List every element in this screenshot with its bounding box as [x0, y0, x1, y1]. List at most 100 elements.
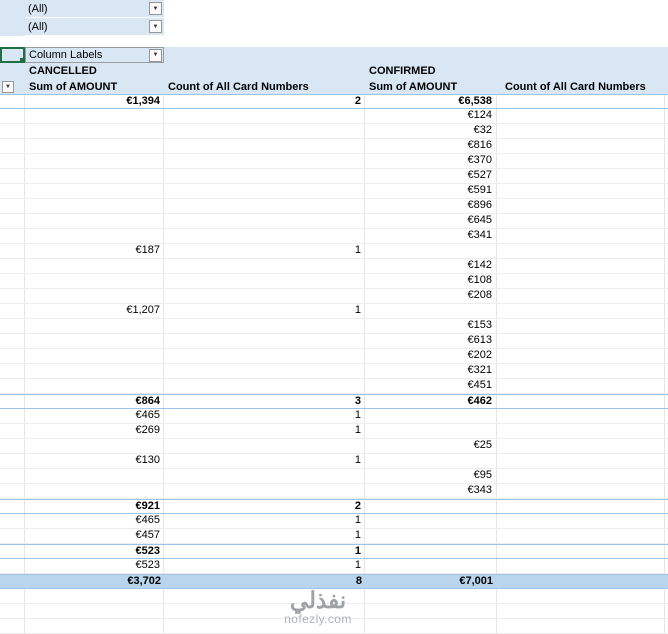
row-header-cell[interactable]	[0, 575, 25, 588]
row-header-cell[interactable]	[0, 109, 25, 123]
cell-cancelled-count[interactable]	[164, 199, 365, 213]
cell-cancelled-sum[interactable]: €269	[25, 424, 164, 438]
cell-cancelled-count[interactable]: 1	[164, 514, 365, 528]
cell-cancelled-count[interactable]	[164, 349, 365, 363]
row-header-cell[interactable]	[0, 184, 25, 198]
row-header-cell[interactable]	[0, 95, 25, 108]
cell-confirmed-sum[interactable]: €7,001	[365, 575, 497, 588]
cell-cancelled-count[interactable]: 1	[164, 424, 365, 438]
row-header-cell[interactable]	[0, 469, 25, 483]
cell-cancelled-sum[interactable]	[25, 364, 164, 378]
group-header-cancelled[interactable]: CANCELLED	[25, 63, 164, 79]
cell-confirmed-sum[interactable]: €613	[365, 334, 497, 348]
cell-confirmed-sum[interactable]	[365, 559, 497, 573]
cell-confirmed-count[interactable]	[497, 500, 665, 513]
row-header-cell[interactable]	[0, 274, 25, 288]
cell-cancelled-count[interactable]	[164, 619, 365, 633]
cell-cancelled-sum[interactable]: €465	[25, 409, 164, 423]
cell-confirmed-sum[interactable]: €370	[365, 154, 497, 168]
row-header-cell[interactable]	[0, 334, 25, 348]
filter-dropdown-icon[interactable]: ▼	[149, 20, 162, 33]
cell-cancelled-count[interactable]: 2	[164, 95, 365, 108]
cell-cancelled-sum[interactable]	[25, 184, 164, 198]
cell-confirmed-sum[interactable]: €95	[365, 469, 497, 483]
row-header-cell[interactable]	[0, 500, 25, 513]
cell-confirmed-count[interactable]	[497, 604, 665, 618]
cell-cancelled-count[interactable]: 8	[164, 575, 365, 588]
cell-confirmed-sum[interactable]	[365, 529, 497, 543]
cell-cancelled-sum[interactable]	[25, 274, 164, 288]
row-header-cell[interactable]	[0, 484, 25, 498]
column-labels-cell[interactable]: Column Labels ▼	[25, 47, 164, 63]
cell-cancelled-sum[interactable]	[25, 469, 164, 483]
cell-cancelled-count[interactable]	[164, 364, 365, 378]
cell-cancelled-count[interactable]: 1	[164, 529, 365, 543]
row-header-cell[interactable]	[0, 559, 25, 573]
cell-confirmed-sum[interactable]: €341	[365, 229, 497, 243]
cell-cancelled-count[interactable]	[164, 109, 365, 123]
cell-confirmed-sum[interactable]: €343	[365, 484, 497, 498]
cell-confirmed-sum[interactable]	[365, 545, 497, 558]
cell-confirmed-sum[interactable]: €124	[365, 109, 497, 123]
cell-cancelled-sum[interactable]	[25, 604, 164, 618]
row-header-cell[interactable]	[0, 409, 25, 423]
cell-confirmed-count[interactable]	[497, 274, 665, 288]
cell-confirmed-count[interactable]	[497, 529, 665, 543]
group-header-confirmed[interactable]: CONFIRMED	[365, 63, 497, 79]
cell-confirmed-sum[interactable]: €896	[365, 199, 497, 213]
cell-cancelled-sum[interactable]: €130	[25, 454, 164, 468]
cell-cancelled-count[interactable]	[164, 229, 365, 243]
cell-cancelled-count[interactable]	[164, 139, 365, 153]
cell-cancelled-sum[interactable]: €457	[25, 529, 164, 543]
cell-cancelled-sum[interactable]	[25, 289, 164, 303]
cell-confirmed-sum[interactable]: €321	[365, 364, 497, 378]
cell-cancelled-count[interactable]	[164, 184, 365, 198]
cell-confirmed-sum[interactable]: €591	[365, 184, 497, 198]
cell-cancelled-sum[interactable]: €465	[25, 514, 164, 528]
row-header-cell[interactable]	[0, 139, 25, 153]
cell-cancelled-sum[interactable]	[25, 319, 164, 333]
cell-confirmed-count[interactable]	[497, 214, 665, 228]
cell-cancelled-sum[interactable]	[25, 169, 164, 183]
header-cancelled-sum[interactable]: Sum of AMOUNT	[25, 79, 164, 94]
cell-confirmed-count[interactable]	[497, 575, 665, 588]
cell-cancelled-count[interactable]	[164, 154, 365, 168]
cell-confirmed-sum[interactable]: €153	[365, 319, 497, 333]
cell-cancelled-count[interactable]	[164, 379, 365, 393]
cell-confirmed-count[interactable]	[497, 364, 665, 378]
row-header-cell[interactable]	[0, 214, 25, 228]
cell-cancelled-count[interactable]	[164, 169, 365, 183]
row-header-cell[interactable]	[0, 349, 25, 363]
row-header-cell[interactable]	[0, 604, 25, 618]
row-header-cell[interactable]	[0, 379, 25, 393]
cell-cancelled-sum[interactable]: €864	[25, 395, 164, 408]
cell-cancelled-sum[interactable]: €1,207	[25, 304, 164, 318]
cell-cancelled-sum[interactable]	[25, 109, 164, 123]
cell-cancelled-count[interactable]	[164, 469, 365, 483]
cell-cancelled-count[interactable]	[164, 334, 365, 348]
row-header-cell[interactable]	[0, 169, 25, 183]
cell-confirmed-count[interactable]	[497, 424, 665, 438]
cell-cancelled-sum[interactable]: €1,394	[25, 95, 164, 108]
cell-cancelled-sum[interactable]	[25, 484, 164, 498]
cell-confirmed-count[interactable]	[497, 469, 665, 483]
cell-cancelled-sum[interactable]	[25, 334, 164, 348]
cell-cancelled-count[interactable]: 1	[164, 559, 365, 573]
cell-confirmed-count[interactable]	[497, 589, 665, 603]
cell-cancelled-count[interactable]	[164, 259, 365, 273]
cell-confirmed-count[interactable]	[497, 545, 665, 558]
cell-cancelled-count[interactable]	[164, 214, 365, 228]
cell-confirmed-sum[interactable]	[365, 589, 497, 603]
cell-cancelled-count[interactable]	[164, 274, 365, 288]
row-header-cell[interactable]	[0, 319, 25, 333]
cell-confirmed-count[interactable]	[497, 139, 665, 153]
cell-confirmed-count[interactable]	[497, 169, 665, 183]
selected-cell[interactable]	[0, 47, 25, 63]
cell-confirmed-sum[interactable]: €202	[365, 349, 497, 363]
cell-confirmed-count[interactable]	[497, 395, 665, 408]
cell-confirmed-sum[interactable]	[365, 500, 497, 513]
cell-confirmed-count[interactable]	[497, 439, 665, 453]
cell-confirmed-sum[interactable]: €32	[365, 124, 497, 138]
cell-cancelled-sum[interactable]	[25, 589, 164, 603]
report-filter-2[interactable]: (All) ▼	[25, 18, 164, 36]
